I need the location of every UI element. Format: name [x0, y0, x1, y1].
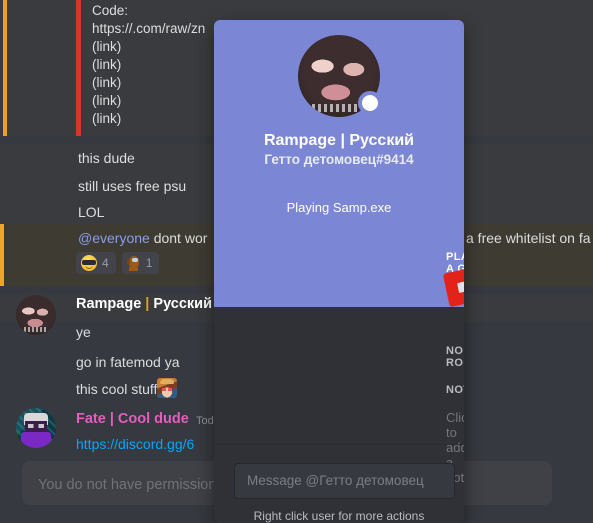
popout-username: Rampage | Русский [263, 132, 415, 149]
everyone-mention[interactable]: @everyone [78, 230, 150, 246]
message-text: this dude [78, 150, 135, 166]
message-text-body: this cool stuff [76, 381, 158, 397]
reaction-count: 1 [145, 256, 153, 270]
quote-accent-bar [76, 0, 81, 136]
reaction-count: 4 [102, 256, 109, 270]
popout-message-input[interactable]: Message @Гетто детомовец [234, 463, 455, 499]
message-text: go in fatemod ya [76, 354, 180, 370]
reaction-pill[interactable]: 4 [76, 252, 116, 274]
anime-girl-emoji [157, 378, 178, 398]
mention-message-text-continued: a free whitelist on fa [466, 230, 591, 246]
message-timestamp: Tod [196, 415, 214, 427]
avatar[interactable] [16, 295, 56, 335]
sunglasses-emoji [81, 255, 97, 271]
status-indicator-icon [358, 91, 382, 115]
popout-avatar-wrapper [298, 35, 382, 117]
author-suffix: Русский [153, 296, 212, 312]
avatar[interactable] [16, 408, 56, 448]
mention-message-body: dont wor [149, 230, 208, 246]
divider [214, 444, 464, 445]
popout-hint-text: Right click user for more actions [253, 509, 425, 523]
no-permission-text: You do not have permission [38, 477, 217, 493]
message-text: still uses free psu [78, 178, 187, 194]
code-line: Code: [92, 3, 129, 18]
author-name: Rampage [76, 296, 142, 312]
popout-message-placeholder: Message @Гетто детомовец [247, 473, 424, 488]
message-author[interactable]: Rampage | Русский [76, 296, 212, 312]
message-link[interactable]: https://discord.gg/6 [76, 434, 194, 454]
mention-accent-bar [3, 0, 7, 136]
message-text: this cool stuff [76, 378, 178, 399]
message-author[interactable]: Fate | Cool dude [76, 411, 189, 427]
note-section-header: NOTE [446, 384, 464, 396]
mention-accent-bar [0, 224, 4, 286]
popout-discord-tag: Гетто детомовец#9414 [264, 152, 414, 167]
roles-section-header: NO ROLES [446, 345, 464, 369]
message-text: ye [76, 324, 91, 340]
among-us-crewmate-emoji [126, 255, 141, 271]
popout-custom-status: Playing Samp.exe [286, 200, 392, 215]
message-text: LOL [78, 204, 105, 220]
author-separator: | [141, 296, 154, 312]
reaction-list: 4 1 [76, 252, 160, 274]
mention-message-text: @everyone dont wor [78, 228, 207, 248]
reaction-pill[interactable]: 1 [121, 252, 160, 274]
discord-window: Code: https://.com/raw/zn (link) (link) … [0, 0, 593, 523]
user-profile-popout: Rampage | Русский Гетто детомовец#9414 P… [214, 20, 464, 523]
